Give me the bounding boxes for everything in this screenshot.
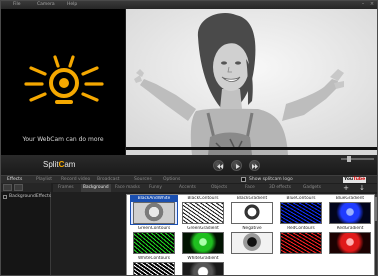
logo-transport-bar: SplitCam bbox=[1, 155, 377, 175]
effect-thumbnail bbox=[329, 202, 371, 224]
effect-thumbnail bbox=[133, 202, 175, 224]
tab-options[interactable]: Options bbox=[163, 177, 180, 183]
forward-button[interactable] bbox=[249, 160, 260, 171]
effect-category-list: BackgroundEffects bbox=[1, 192, 52, 275]
effect-item[interactable]: BlueGradient bbox=[327, 196, 373, 224]
effect-thumbnail bbox=[280, 232, 322, 254]
folder-icon[interactable] bbox=[3, 184, 12, 191]
download-effect-icon[interactable]: ↓ bbox=[358, 184, 366, 192]
effect-thumbnail bbox=[182, 232, 224, 254]
show-logo-label: Show splitcam logo bbox=[249, 177, 293, 182]
list-item[interactable]: BackgroundEffects bbox=[3, 194, 52, 201]
tab-gadgets[interactable]: Gadgets bbox=[301, 184, 323, 192]
splitcam-window: File Camera Help – × Your WebCam can do … bbox=[0, 0, 378, 276]
effect-item[interactable]: WhiteContours bbox=[131, 256, 177, 275]
rewind-button[interactable] bbox=[213, 160, 224, 171]
tab-record-video[interactable]: Record video bbox=[61, 177, 90, 183]
main-tab-bar: Effects Playlist Record video Broadcast … bbox=[1, 175, 377, 183]
list-item-label: BackgroundEffects bbox=[9, 194, 52, 199]
effect-tab-bar: Frames Background Face masks Funny Accen… bbox=[53, 184, 377, 192]
youtube-button[interactable]: YouTube bbox=[343, 177, 367, 183]
list-item-checkbox[interactable] bbox=[3, 195, 7, 199]
close-icon[interactable]: × bbox=[369, 2, 375, 7]
video-preview bbox=[126, 9, 377, 155]
add-effect-icon[interactable]: + bbox=[342, 184, 350, 192]
tab-face[interactable]: Face bbox=[243, 184, 257, 192]
tab-face-masks[interactable]: Face masks bbox=[113, 184, 142, 192]
effect-item[interactable]: Negative bbox=[229, 226, 275, 254]
layers-icon[interactable] bbox=[14, 184, 23, 191]
effect-thumbnail bbox=[231, 202, 273, 224]
effect-thumbnail bbox=[133, 262, 175, 275]
show-logo-checkbox[interactable] bbox=[241, 177, 246, 182]
menu-bar: File Camera Help – × bbox=[1, 1, 377, 9]
menu-help[interactable]: Help bbox=[67, 2, 77, 8]
effect-item[interactable]: WhiteGradient bbox=[180, 256, 226, 275]
effect-thumbnail bbox=[133, 232, 175, 254]
list-toolbar bbox=[1, 183, 51, 192]
tab-frames[interactable]: Frames bbox=[56, 184, 76, 192]
effect-grid: BlackAndWhite BlackContours BlackGradient B… bbox=[126, 194, 375, 275]
effect-item[interactable]: BlueContours bbox=[278, 196, 324, 224]
tab-funny[interactable]: Funny bbox=[147, 184, 164, 192]
brand-tagline: Your WebCam can do more bbox=[22, 136, 104, 143]
preview-image bbox=[126, 9, 377, 155]
effect-item[interactable]: RedContours bbox=[278, 226, 324, 254]
effect-item[interactable]: GreenContours bbox=[131, 226, 177, 254]
grid-scrollbar-thumb[interactable] bbox=[375, 197, 377, 221]
play-icon bbox=[236, 164, 240, 169]
effect-thumbnail bbox=[280, 202, 322, 224]
volume-slider-thumb[interactable] bbox=[347, 156, 351, 162]
brand-panel: Your WebCam can do more bbox=[1, 9, 125, 155]
tab-accents[interactable]: Accents bbox=[177, 184, 198, 192]
webcam-icon bbox=[24, 55, 104, 104]
tab-broadcast[interactable]: Broadcast bbox=[97, 177, 120, 183]
forward-icon bbox=[252, 164, 258, 169]
splitcam-logo: SplitCam bbox=[43, 160, 76, 169]
effect-item[interactable]: RedGradient bbox=[327, 226, 373, 254]
effect-item[interactable]: GreenGradient bbox=[180, 226, 226, 254]
effect-item[interactable]: BlackContours bbox=[180, 196, 226, 224]
tab-sources[interactable]: Sources bbox=[134, 177, 152, 183]
menu-camera[interactable]: Camera bbox=[37, 2, 55, 8]
tab-3d-effects[interactable]: 3D effects bbox=[267, 184, 293, 192]
effect-thumbnail bbox=[231, 232, 273, 254]
seek-bar[interactable] bbox=[126, 147, 377, 150]
effect-thumbnail bbox=[182, 262, 224, 275]
tab-objects[interactable]: Objects bbox=[209, 184, 229, 192]
effect-thumbnail bbox=[329, 232, 371, 254]
effect-item[interactable]: BlackAndWhite bbox=[130, 195, 178, 225]
tab-background[interactable]: Background bbox=[81, 184, 111, 192]
menu-file[interactable]: File bbox=[13, 2, 21, 8]
play-button[interactable] bbox=[231, 160, 242, 171]
minimize-icon[interactable]: – bbox=[360, 2, 366, 7]
volume-slider[interactable] bbox=[341, 158, 374, 160]
effect-item[interactable]: BlackGradient bbox=[229, 196, 275, 224]
effect-thumbnail bbox=[182, 202, 224, 224]
rewind-icon bbox=[217, 164, 223, 169]
